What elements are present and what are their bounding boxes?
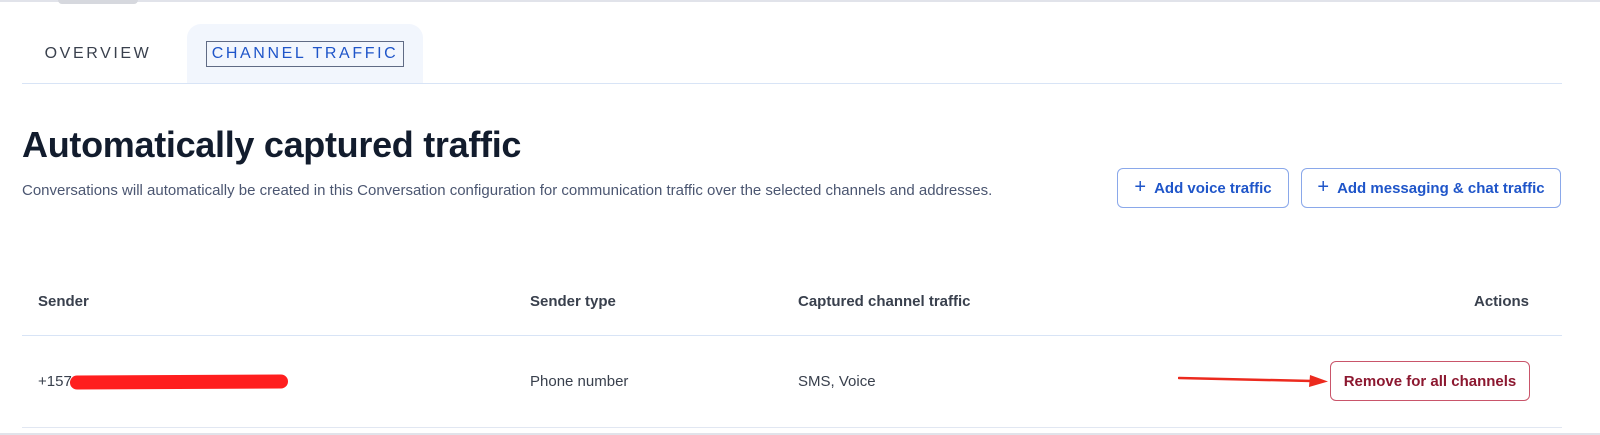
cell-sender: +157 [38, 373, 72, 390]
add-messaging-traffic-label: Add messaging & chat traffic [1337, 179, 1545, 197]
arrow-shaft [1178, 376, 1314, 383]
add-voice-traffic-label: Add voice traffic [1154, 179, 1272, 197]
top-edge-shadow [58, 0, 138, 4]
plus-icon: + [1134, 176, 1147, 198]
cell-captured-traffic: SMS, Voice [798, 373, 876, 390]
app-frame: OVERVIEW CHANNEL TRAFFIC Automatically c… [0, 0, 1600, 435]
redaction-mark [69, 374, 289, 390]
tab-channel-traffic[interactable]: CHANNEL TRAFFIC [187, 24, 423, 83]
table-row: +157 Phone number SMS, Voice Remove for … [22, 335, 1562, 428]
cell-sender-type: Phone number [530, 373, 629, 390]
add-messaging-traffic-button[interactable]: + Add messaging & chat traffic [1301, 168, 1561, 208]
tab-bar: OVERVIEW CHANNEL TRAFFIC [22, 24, 1562, 84]
table-header: Sender Sender type Captured channel traf… [22, 277, 1562, 336]
arrow-head [1309, 375, 1328, 387]
column-header-sender: Sender [38, 293, 89, 310]
page-title: Automatically captured traffic [22, 124, 522, 165]
tab-overview[interactable]: OVERVIEW [22, 24, 174, 83]
plus-icon: + [1317, 176, 1330, 198]
remove-for-all-channels-button[interactable]: Remove for all channels [1330, 361, 1530, 401]
tab-overview-label: OVERVIEW [44, 44, 152, 62]
remove-for-all-channels-label: Remove for all channels [1343, 372, 1517, 390]
add-voice-traffic-button[interactable]: + Add voice traffic [1117, 168, 1289, 208]
column-header-captured-traffic: Captured channel traffic [798, 293, 971, 310]
page-description: Conversations will automatically be crea… [22, 182, 993, 199]
tab-channel-traffic-label: CHANNEL TRAFFIC [205, 40, 405, 67]
column-header-actions: Actions [1473, 293, 1529, 310]
red-arrow-annotation [1178, 375, 1328, 387]
column-header-sender-type: Sender type [530, 293, 616, 310]
